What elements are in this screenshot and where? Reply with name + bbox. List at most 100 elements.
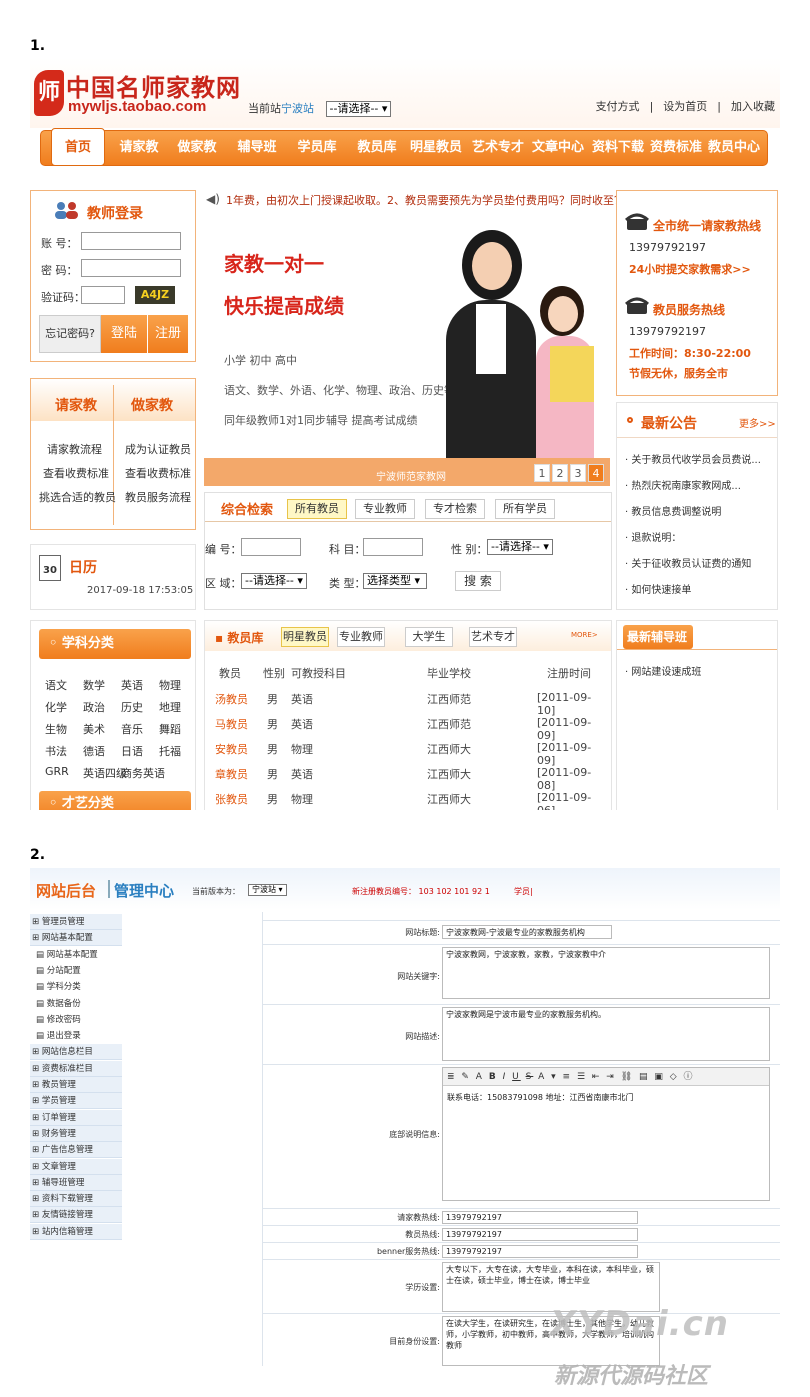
announce-item-1[interactable]: · 关于教员代收学员会员费说... <box>625 451 761 466</box>
sidebar-subitem[interactable]: ▤ 分站配置 <box>30 963 122 979</box>
sidebar-group[interactable]: ⊞ 网站信息栏目 <box>30 1044 122 1061</box>
category-link[interactable]: 托福 <box>159 743 181 759</box>
announce-item-5[interactable]: · 关于征收教员认证费的通知 <box>625 555 751 570</box>
notice-marquee[interactable]: 1年费，由初次上门授课起收取。2、教员需要预先为学员垫付费用吗？同时收至？ <box>226 192 625 208</box>
sidebar-subitem[interactable]: ▤ 网站基本配置 <box>30 947 122 963</box>
banner-page-2[interactable]: 2 <box>552 464 568 482</box>
announce-item-4[interactable]: · 退款说明： <box>625 529 681 544</box>
sidebar-group[interactable]: ⊞ 管理员管理 <box>30 914 122 930</box>
sidebar-group[interactable]: ⊞ 教员管理 <box>30 1077 122 1093</box>
table-row[interactable]: 章教员 男英语 江西师大 [2011-09-08] <box>205 766 605 792</box>
teacher-name[interactable]: 安教员 <box>215 741 248 757</box>
announce-item-2[interactable]: · 热烈庆祝南康家教网成... <box>625 477 741 492</box>
choose-teacher-link[interactable]: 挑选合适的教员 <box>39 489 116 505</box>
tutoring-item[interactable]: · 网站建设速成班 <box>625 663 701 678</box>
category-link[interactable]: 语文 <box>45 677 67 693</box>
forgot-password-button[interactable]: 忘记密码? <box>39 315 101 353</box>
current-city-link[interactable]: 宁波站 <box>281 102 314 115</box>
tab-all-students[interactable]: 所有学员 <box>495 499 555 519</box>
nav-teachers[interactable]: 教员库 <box>351 131 403 165</box>
hotline-input[interactable]: 13979792197 <box>442 1211 638 1224</box>
sidebar-group[interactable]: ⊞ 订单管理 <box>30 1109 122 1126</box>
nav-star-teachers[interactable]: 明星教员 <box>405 131 467 165</box>
category-link[interactable]: 物理 <box>159 677 181 693</box>
rich-editor[interactable]: ≣ ✎ A B I U S A ▾ ≡ ☰ ⇤ ⇥ ⛓ ▤ ▣ ◇ ⓘ 联系电话… <box>442 1067 770 1201</box>
sidebar-subitem[interactable]: ▤ 退出登录 <box>30 1028 122 1044</box>
hire-fee-link[interactable]: 查看收费标准 <box>43 465 109 481</box>
sidebar-group[interactable]: ⊞ 站内信箱管理 <box>30 1223 122 1240</box>
login-button[interactable]: 登陆 <box>101 315 147 353</box>
area-select[interactable]: --请选择-- ▾ <box>241 573 307 589</box>
nav-hire-tutor[interactable]: 请家教 <box>113 131 165 165</box>
become-certified-link[interactable]: 成为认证教员 <box>125 441 191 457</box>
branch-select[interactable]: 宁波站 ▾ <box>248 884 287 896</box>
nav-teacher-center[interactable]: 教员中心 <box>703 131 765 165</box>
sidebar-subitem[interactable]: ▤ 数据备份 <box>30 996 122 1012</box>
teacher-name[interactable]: 汤教员 <box>215 691 248 707</box>
tab-pro-teachers[interactable]: 专业教师 <box>355 499 415 519</box>
sidebar-group[interactable]: ⊞ 辅导班管理 <box>30 1174 122 1191</box>
category-link[interactable]: 生物 <box>45 721 67 737</box>
captcha-image[interactable]: A4JZ <box>135 286 175 304</box>
description-textarea[interactable]: 宁波家教网是宁波市最专业的家教服务机构。 <box>442 1007 770 1061</box>
account-input[interactable] <box>81 232 181 250</box>
category-link[interactable]: 地理 <box>159 699 181 715</box>
logo-url[interactable]: mywljs.taobao.com <box>68 98 206 115</box>
sidebar-group[interactable]: ⊞ 网站基本配置 <box>30 930 122 947</box>
category-link[interactable]: 德语 <box>83 743 105 759</box>
banner-page-1[interactable]: 1 <box>534 464 550 482</box>
search-button[interactable]: 搜 索 <box>455 571 501 591</box>
tab-pro-teachers[interactable]: 专业教师 <box>337 627 385 647</box>
category-link[interactable]: 化学 <box>45 699 67 715</box>
service-flow-link[interactable]: 教员服务流程 <box>125 489 191 505</box>
subject-input[interactable] <box>363 538 423 556</box>
set-home-link[interactable]: 设为首页 <box>663 100 707 113</box>
category-link[interactable]: 数学 <box>83 677 105 693</box>
banner-line-input[interactable]: 13979792197 <box>442 1245 638 1258</box>
category-link[interactable]: 商务英语 <box>121 765 165 781</box>
nav-home[interactable]: 首页 <box>51 128 105 166</box>
hire-flow-link[interactable]: 请家教流程 <box>47 441 102 457</box>
favorite-link[interactable]: 加入收藏 <box>731 100 775 113</box>
table-row[interactable]: 张教员 男物理 江西师大 [2011-09-06] <box>205 791 605 810</box>
tab-all-teachers[interactable]: 所有教员 <box>287 499 347 519</box>
sidebar-group[interactable]: ⊞ 资费标准栏目 <box>30 1060 122 1077</box>
nav-be-tutor[interactable]: 做家教 <box>171 131 223 165</box>
hotline-submit-link[interactable]: 24小时提交家教需求>> <box>629 261 751 277</box>
gender-select[interactable]: --请选择-- ▾ <box>487 539 553 555</box>
teacher-name[interactable]: 张教员 <box>215 791 248 807</box>
category-link[interactable]: 舞蹈 <box>159 721 181 737</box>
announce-more-link[interactable]: 更多>> <box>739 415 776 430</box>
table-row[interactable]: 汤教员 男英语 江西师范 [2011-09-10] <box>205 691 605 717</box>
category-link[interactable]: 历史 <box>121 699 143 715</box>
hire-title[interactable]: 请家教 <box>55 395 97 415</box>
table-row[interactable]: 安教员 男物理 江西师大 [2011-09-09] <box>205 741 605 767</box>
nav-fees[interactable]: 资费标准 <box>645 131 707 165</box>
sidebar-subitem[interactable]: ▤ 修改密码 <box>30 1012 122 1028</box>
teacher-name[interactable]: 马教员 <box>215 716 248 732</box>
sidebar-group[interactable]: ⊞ 广告信息管理 <box>30 1142 122 1159</box>
teacher-name[interactable]: 章教员 <box>215 766 248 782</box>
banner-page-4[interactable]: 4 <box>588 464 604 482</box>
nav-students[interactable]: 学员库 <box>291 131 343 165</box>
payment-link[interactable]: 支付方式 <box>596 100 640 113</box>
teachers-more-link[interactable]: MORE> <box>571 631 598 639</box>
sidebar-group[interactable]: ⊞ 文章管理 <box>30 1158 122 1175</box>
no-input[interactable] <box>241 538 301 556</box>
sidebar-group[interactable]: ⊞ 学员管理 <box>30 1093 122 1110</box>
sidebar-subitem[interactable]: ▤ 学科分类 <box>30 979 122 995</box>
nav-articles[interactable]: 文章中心 <box>527 131 589 165</box>
category-link[interactable]: 美术 <box>83 721 105 737</box>
announce-item-3[interactable]: · 教员信息费调整说明 <box>625 503 721 518</box>
tab-star-teachers[interactable]: 明星教员 <box>281 627 329 647</box>
teacher-line-input[interactable]: 13979792197 <box>442 1228 638 1241</box>
type-select[interactable]: 选择类型 ▾ <box>363 573 427 589</box>
keywords-textarea[interactable]: 宁波家教网，宁波家教，家教，宁波家教中介 <box>442 947 770 999</box>
announce-item-6[interactable]: · 如何快速接单 <box>625 581 691 596</box>
tab-art-talent[interactable]: 艺术专才 <box>469 627 517 647</box>
category-link[interactable]: 音乐 <box>121 721 143 737</box>
hero-banner[interactable]: 家教一对一 快乐提高成绩 小学 初中 高中 语文、数学、外语、化学、物理、政治、… <box>204 216 610 486</box>
category-link[interactable]: 书法 <box>45 743 67 759</box>
be-tutor-title[interactable]: 做家教 <box>131 395 173 415</box>
password-input[interactable] <box>81 259 181 277</box>
